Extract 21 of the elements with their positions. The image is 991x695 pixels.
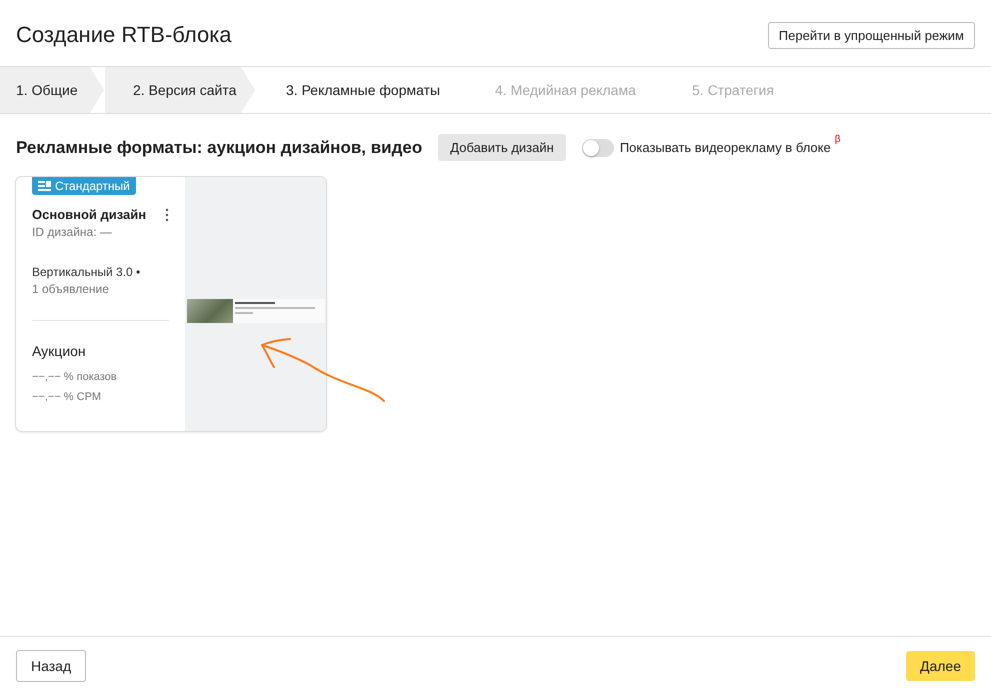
wizard-step[interactable]: 2. Версия сайта [105,67,255,113]
beta-mark: β [834,134,840,145]
wizard-step[interactable]: 1. Общие [0,67,104,113]
template-name: Вертикальный 3.0 • [32,265,142,279]
badge-text: Стандартный [55,179,130,193]
page-title: Создание RTB-блока [16,22,232,48]
list-icon [38,181,51,191]
simple-mode-button[interactable]: Перейти в упрощенный режим [768,22,975,48]
mode-label: Аукцион [32,343,87,359]
video-toggle[interactable] [582,138,614,156]
design-id: ID дизайна: — [32,225,113,239]
video-toggle-label: Показывать видеорекламу в блоке [620,140,831,155]
stat-line: −−,−− % показов [32,371,118,383]
next-button[interactable]: Далее [906,651,975,681]
back-button[interactable]: Назад [16,650,86,682]
design-name: Основной дизайн [32,207,146,222]
stat-line: −−,−− % CPM [32,391,102,403]
ads-count: 1 объявление [32,282,110,296]
section-title: Рекламные форматы: аукцион дизайнов, видео [16,138,422,158]
add-design-button[interactable]: Добавить дизайн [438,134,566,161]
more-options-icon[interactable] [165,208,169,222]
